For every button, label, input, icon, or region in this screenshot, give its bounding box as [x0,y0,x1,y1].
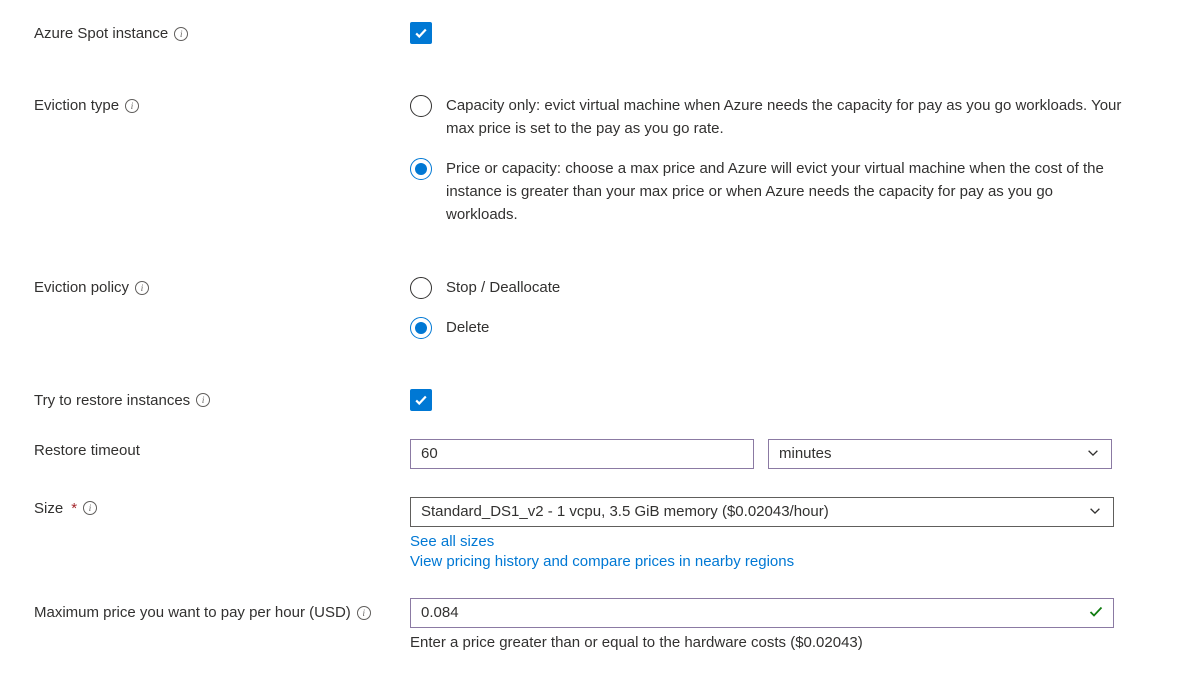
eviction-policy-delete[interactable]: Delete [410,316,1167,339]
restore-checkbox[interactable] [410,389,432,411]
eviction-type-label: Eviction type [34,97,119,114]
restore-timeout-unit-select[interactable]: minutes [768,439,1112,469]
eviction-type-capacity-only[interactable]: Capacity only: evict virtual machine whe… [410,94,1167,141]
eviction-type-radio-group: Capacity only: evict virtual machine whe… [410,94,1167,226]
info-icon[interactable]: i [83,501,97,515]
radio-icon [410,277,432,299]
eviction-policy-stop[interactable]: Stop / Deallocate [410,276,1167,299]
eviction-policy-radio-group: Stop / Deallocate Delete [410,276,1167,339]
radio-label: Price or capacity: choose a max price an… [446,157,1126,227]
info-icon[interactable]: i [174,27,188,41]
info-icon[interactable]: i [125,99,139,113]
info-icon[interactable]: i [135,281,149,295]
size-label: Size [34,500,63,517]
radio-icon [410,95,432,117]
restore-timeout-input[interactable] [410,439,754,469]
radio-label: Capacity only: evict virtual machine whe… [446,94,1126,141]
radio-label: Delete [446,316,489,339]
see-all-sizes-link[interactable]: See all sizes [410,533,1167,550]
eviction-type-price-or-capacity[interactable]: Price or capacity: choose a max price an… [410,157,1167,227]
max-price-helper: Enter a price greater than or equal to t… [410,634,1167,651]
restore-timeout-label: Restore timeout [34,442,140,459]
info-icon[interactable]: i [357,606,371,620]
max-price-label: Maximum price you want to pay per hour (… [34,601,351,625]
size-select[interactable]: Standard_DS1_v2 - 1 vcpu, 3.5 GiB memory… [410,497,1114,527]
view-pricing-history-link[interactable]: View pricing history and compare prices … [410,553,1167,570]
spot-label: Azure Spot instance [34,25,168,42]
required-indicator: * [71,500,77,517]
radio-label: Stop / Deallocate [446,276,560,299]
restore-label: Try to restore instances [34,392,190,409]
radio-icon [410,158,432,180]
max-price-input[interactable] [410,598,1114,628]
eviction-policy-label: Eviction policy [34,279,129,296]
spot-checkbox[interactable] [410,22,432,44]
radio-icon [410,317,432,339]
checkmark-icon [1088,603,1104,622]
info-icon[interactable]: i [196,393,210,407]
